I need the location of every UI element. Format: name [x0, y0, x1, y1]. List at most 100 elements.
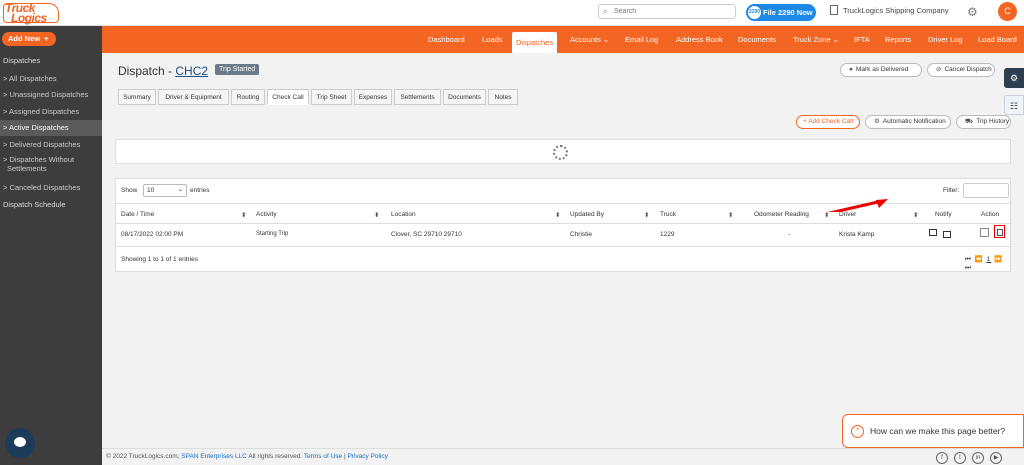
plus-icon: + [44, 34, 49, 43]
tab-check-call[interactable]: Check Call [267, 89, 309, 105]
sidebar: Add New + Dispatches > All Dispatches > U… [0, 26, 102, 465]
nav-load-board[interactable]: Load Board [978, 26, 1017, 53]
main-content: Dispatch - CHC2 Trip Started ● Mark as De… [102, 53, 1024, 448]
delete-icon[interactable] [994, 225, 1005, 238]
sort-icon[interactable]: ⬍ [374, 211, 379, 219]
linkedin-icon[interactable]: in [972, 452, 984, 464]
mark-as-delivered-button[interactable]: ● Mark as Delivered [840, 63, 922, 77]
delivered-icon: ● [849, 66, 853, 73]
nav-ifta[interactable]: IFTA [854, 26, 870, 53]
last-page-icon[interactable]: ⏭ [965, 264, 972, 271]
facebook-icon[interactable]: f [936, 452, 948, 464]
dispatch-id-link[interactable]: CHC2 [175, 64, 208, 78]
sort-icon[interactable]: ⬍ [824, 211, 829, 219]
first-page-icon[interactable]: ⏮ [965, 256, 972, 263]
settings-gear-icon[interactable]: ⚙ [967, 5, 978, 19]
terms-link[interactable]: Terms of Use [304, 453, 342, 460]
column-header-date-time[interactable]: Date / Time [121, 211, 154, 218]
nav-address-book[interactable]: Address Book [676, 26, 723, 53]
print-icon[interactable] [929, 229, 937, 236]
youtube-icon[interactable]: ▶ [990, 452, 1002, 464]
tab-notes[interactable]: Notes [488, 89, 518, 105]
main-nav: Dashboard Loads Dispatches Accounts ⌄ Em… [102, 26, 1024, 53]
sidebar-item-all-dispatches[interactable]: > All Dispatches [0, 71, 102, 87]
show-label: Show [121, 187, 138, 194]
twitter-icon[interactable]: t [954, 452, 966, 464]
tab-routing[interactable]: Routing [231, 89, 265, 105]
sort-icon[interactable]: ⬍ [644, 211, 649, 219]
trip-history-button[interactable]: ⛟ Trip History [956, 115, 1011, 129]
settings-widget-icon[interactable]: ⚙ [1004, 68, 1024, 88]
sidebar-item-unassigned-dispatches[interactable]: > Unassigned Dispatches [0, 87, 102, 103]
column-header-driver[interactable]: Driver [839, 211, 856, 218]
edit-icon[interactable] [980, 228, 989, 237]
tab-documents[interactable]: Documents [443, 89, 486, 105]
sidebar-item-canceled-dispatches[interactable]: > Canceled Dispatches [0, 180, 102, 196]
search-box[interactable]: ⌕ [598, 4, 736, 19]
column-header-activity[interactable]: Activity [256, 211, 277, 218]
privacy-link[interactable]: Privacy Policy [347, 453, 387, 460]
sidebar-item-delivered-dispatches[interactable]: > Delivered Dispatches [0, 137, 102, 153]
loading-spinner-icon [553, 145, 568, 160]
red-arrow-annotation [827, 199, 888, 212]
copyright-label: © 2022 TruckLogics.com, [106, 453, 182, 460]
sidebar-item-assigned-dispatches[interactable]: > Assigned Dispatches [0, 104, 102, 120]
company-name: TruckLogics Shipping Company [843, 6, 949, 15]
page-title-prefix: Dispatch - [118, 64, 176, 78]
nav-accounts[interactable]: Accounts ⌄ [570, 26, 609, 53]
add-new-label: Add New [8, 34, 41, 43]
page-footer: © 2022 TruckLogics.com, SPAN Enterprises… [102, 448, 1024, 465]
next-page-icon[interactable]: ⏩ [994, 256, 1003, 263]
nav-reports[interactable]: Reports [885, 26, 911, 53]
sort-icon[interactable]: ⬍ [728, 211, 733, 219]
column-header-action: Action [981, 211, 1000, 218]
sort-icon[interactable]: ⬍ [241, 211, 246, 219]
nav-dashboard[interactable]: Dashboard [428, 26, 465, 53]
page-size-select[interactable]: 10 ⌄ [143, 184, 187, 197]
nav-dispatches[interactable]: Dispatches [512, 32, 558, 53]
tab-expenses[interactable]: Expenses [354, 89, 392, 105]
feedback-widget[interactable]: ⌃ How can we make this page better? [842, 414, 1024, 448]
status-badge: Trip Started [215, 64, 260, 75]
search-icon: ⌕ [603, 7, 608, 16]
sort-icon[interactable]: ⬍ [555, 211, 560, 219]
sidebar-item-settlements-line[interactable]: Settlements [0, 164, 102, 174]
nav-driver-log[interactable]: Driver Log [928, 26, 963, 53]
cell-odometer: - [788, 231, 791, 238]
tab-summary[interactable]: Summary [118, 89, 156, 105]
nav-documents[interactable]: Documents [738, 26, 776, 53]
sidebar-item-active-dispatches[interactable]: > Active Dispatches [0, 120, 102, 136]
search-input[interactable] [614, 6, 732, 17]
top-header: Truck Logics ⌕ 2290 File 2290 Now TruckL… [0, 0, 1024, 26]
table-info: Showing 1 to 1 of 1 entries [121, 256, 198, 263]
sidebar-item-dispatch-schedule[interactable]: Dispatch Schedule [3, 200, 66, 209]
column-header-truck[interactable]: Truck [660, 211, 676, 218]
tab-settlements[interactable]: Settlements [394, 89, 441, 105]
document-widget-icon[interactable]: ☷ [1004, 95, 1024, 115]
nav-email-log[interactable]: Email Log [625, 26, 658, 53]
add-check-call-button[interactable]: + Add Check Call [796, 115, 860, 129]
sort-icon[interactable]: ⬍ [913, 211, 918, 219]
add-new-button[interactable]: Add New + [2, 32, 56, 46]
file-2290-button[interactable]: 2290 File 2290 Now [746, 4, 816, 21]
column-header-odometer[interactable]: Odometer Reading [754, 211, 809, 218]
chevron-up-icon: ⌃ [851, 425, 864, 438]
page-number[interactable]: 1 [987, 256, 992, 263]
notify-device-icon[interactable] [943, 231, 951, 238]
chat-support-icon[interactable] [5, 428, 35, 458]
automatic-notification-button[interactable]: ⚙ Automatic Notification [865, 115, 951, 129]
user-avatar[interactable]: C [998, 2, 1017, 21]
column-header-location[interactable]: Location [391, 211, 416, 218]
column-header-updated-by[interactable]: Updated By [570, 211, 604, 218]
filter-input[interactable] [963, 183, 1009, 198]
loading-panel [115, 139, 1011, 164]
span-enterprises-link[interactable]: SPAN Enterprises LLC [181, 453, 247, 460]
cancel-dispatch-button[interactable]: ⊘ Cancel Dispatch [927, 63, 995, 77]
nav-loads[interactable]: Loads [482, 26, 502, 53]
trucklogics-logo[interactable]: Truck Logics [3, 1, 61, 25]
prev-page-icon[interactable]: ⏪ [975, 256, 984, 263]
company-selector[interactable]: TruckLogics Shipping Company [830, 5, 949, 15]
tab-trip-sheet[interactable]: Trip Sheet [311, 89, 352, 105]
nav-truck-zone[interactable]: Truck Zone ⌄ [793, 26, 839, 53]
tab-driver-equipment[interactable]: Driver & Equipment [158, 89, 229, 105]
